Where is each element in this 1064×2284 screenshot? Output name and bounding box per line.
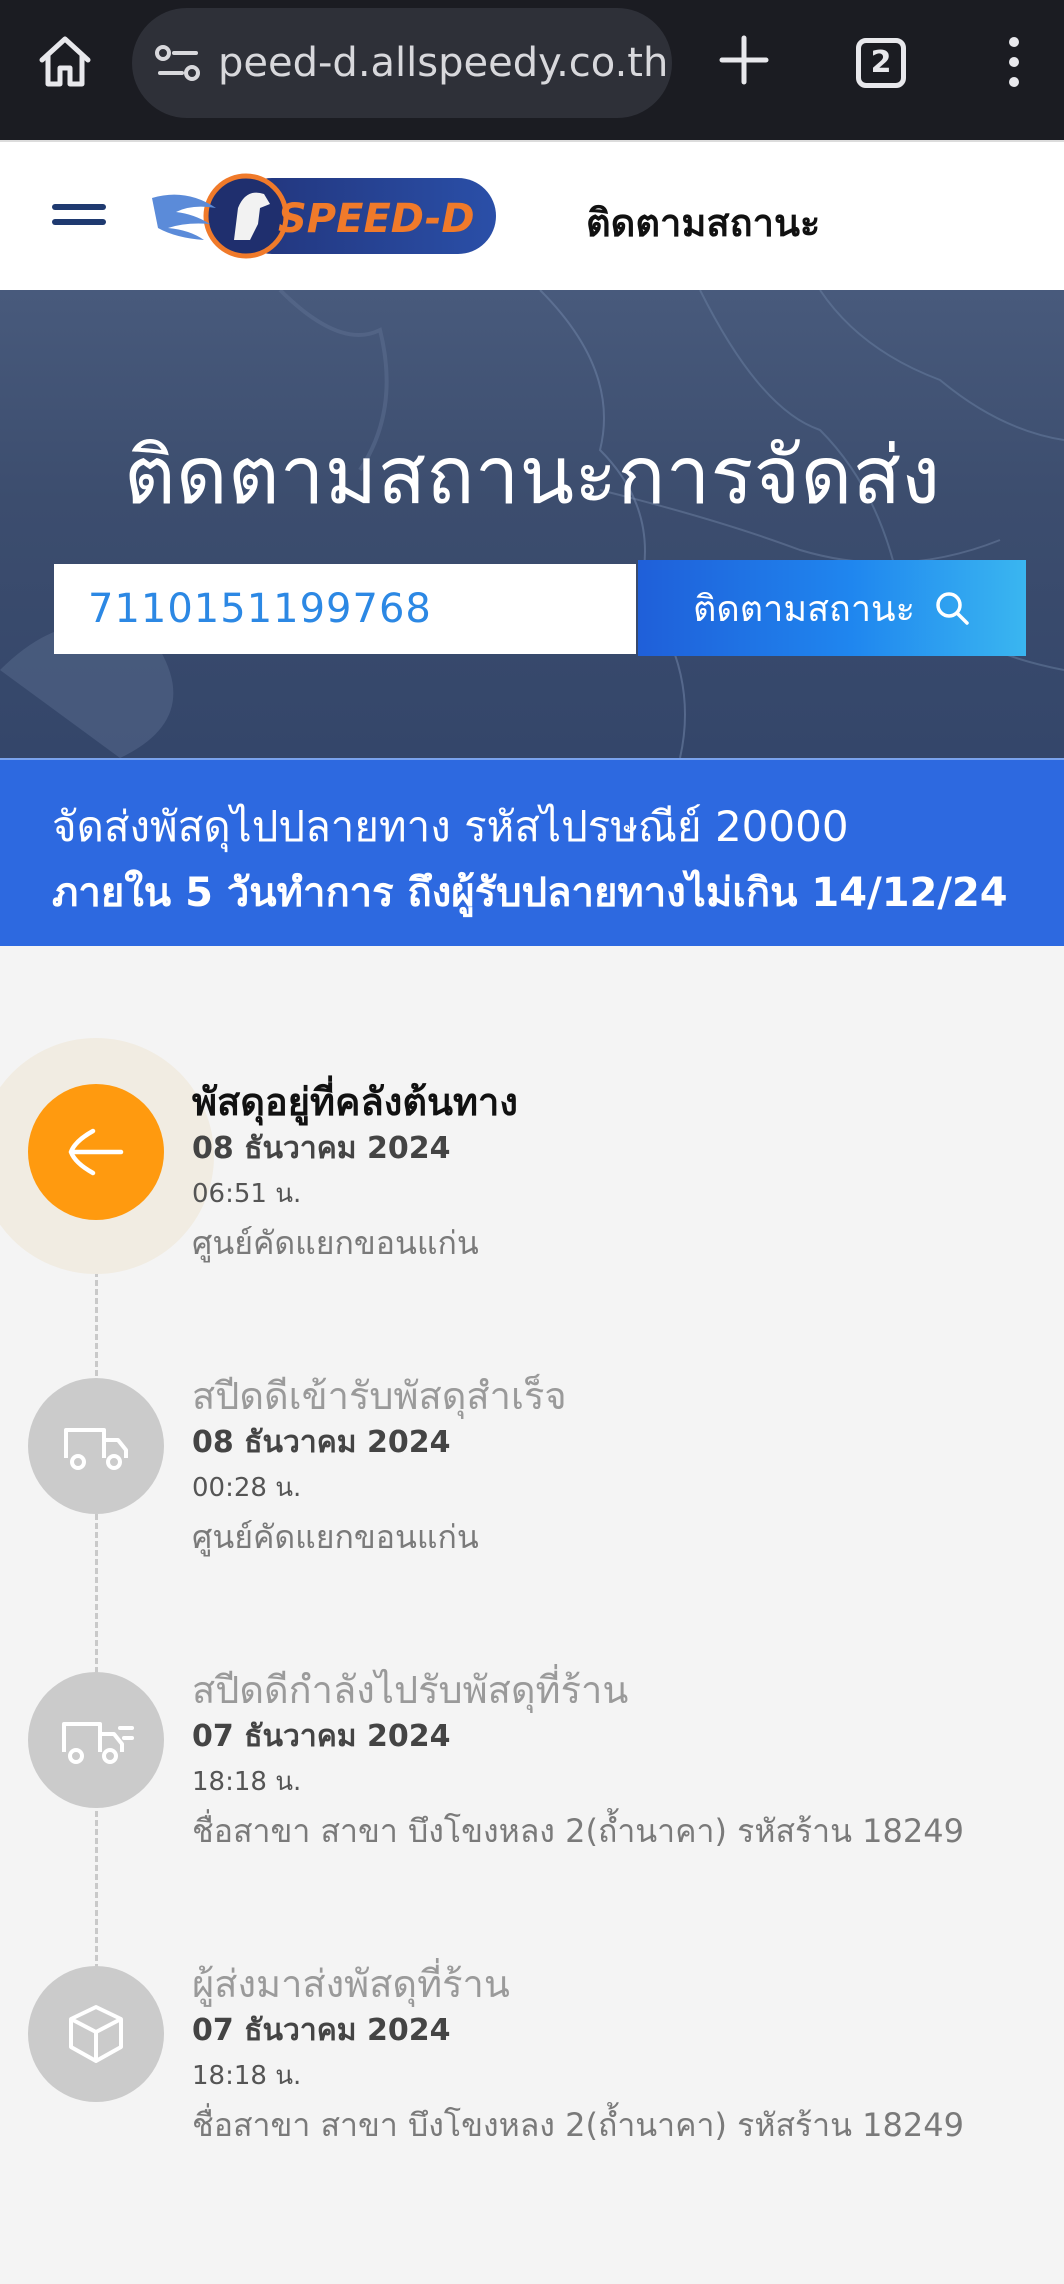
- step-date: 07 ธันวาคม 2024: [192, 1719, 451, 1754]
- timeline-step: พัสดุอยู่ที่คลังต้นทาง 08 ธันวาคม 2024 0…: [192, 1078, 1052, 1266]
- delivery-eta-text: ภายใน 5 วันทำการ ถึงผู้รับปลายทางไม่เกิน…: [52, 870, 1008, 916]
- tracking-timeline: พัสดุอยู่ที่คลังต้นทาง 08 ธันวาคม 2024 0…: [0, 946, 1064, 2284]
- browser-toolbar: peed-d.allspeedy.co.th 2: [0, 0, 1064, 140]
- step-location: ชื่อสาขา สาขา บึงโขงหลง 2(ถ้ำนาคา) รหัสร…: [192, 2106, 964, 2144]
- timeline-connector: [95, 1226, 98, 2006]
- step-icon-going-to-pickup: [28, 1672, 164, 1808]
- more-menu-icon[interactable]: [1000, 34, 1028, 90]
- speed-d-logo[interactable]: SPEED-D: [146, 168, 502, 264]
- step-location: ศูนย์คัดแยกขอนแก่น: [192, 1224, 479, 1262]
- url-text[interactable]: peed-d.allspeedy.co.th: [218, 8, 668, 118]
- step-icon-dropped-at-shop: [28, 1966, 164, 2102]
- delivery-info-banner: จัดส่งพัสดุไปปลายทาง รหัสไปรษณีย์ 20000 …: [0, 758, 1064, 946]
- delivery-destination-text: จัดส่งพัสดุไปปลายทาง รหัสไปรษณีย์ 20000: [52, 802, 849, 851]
- site-settings-icon[interactable]: [154, 41, 202, 85]
- home-icon[interactable]: [34, 30, 96, 92]
- page-title: ติดตามสถานะการจัดส่ง: [123, 429, 941, 522]
- tracking-number-input[interactable]: [54, 564, 636, 654]
- truck-icon: [64, 1428, 128, 1470]
- site-header: SPEED-D ติดตามสถานะ: [0, 140, 1064, 290]
- search-icon: [936, 592, 969, 625]
- address-bar[interactable]: peed-d.allspeedy.co.th: [132, 8, 672, 118]
- step-date: 08 ธันวาคม 2024: [192, 1425, 451, 1460]
- hamburger-menu-icon[interactable]: [52, 204, 108, 232]
- step-title: ผู้ส่งมาส่งพัสดุที่ร้าน: [192, 1962, 510, 2006]
- fast-truck-icon: [62, 1722, 134, 1764]
- step-date: 08 ธันวาคม 2024: [192, 1131, 451, 1166]
- box-icon: [69, 2005, 123, 2063]
- arrow-left-icon: [68, 1128, 124, 1176]
- step-date: 07 ธันวาคม 2024: [192, 2013, 451, 2048]
- new-tab-icon[interactable]: [716, 32, 772, 88]
- step-icon-origin-warehouse: [28, 1084, 164, 1220]
- step-title: พัสดุอยู่ที่คลังต้นทาง: [192, 1080, 518, 1124]
- step-time: 18:18 น.: [192, 1767, 302, 1797]
- step-icon-picked-up: [28, 1378, 164, 1514]
- track-status-button[interactable]: ติดตามสถานะ: [638, 560, 1026, 656]
- timeline-step: สปีดดีเข้ารับพัสดุสำเร็จ 08 ธันวาคม 2024…: [192, 1372, 1052, 1560]
- timeline-step: ผู้ส่งมาส่งพัสดุที่ร้าน 07 ธันวาคม 2024 …: [192, 1960, 1052, 2148]
- hero-section: ติดตามสถานะการจัดส่ง ติดตามสถานะ: [0, 290, 1064, 758]
- timeline-step: สปีดดีกำลังไปรับพัสดุที่ร้าน 07 ธันวาคม …: [192, 1666, 1052, 1854]
- track-status-button-label: ติดตามสถานะ: [692, 588, 915, 630]
- step-title: สปีดดีกำลังไปรับพัสดุที่ร้าน: [192, 1668, 629, 1712]
- step-location: ชื่อสาขา สาขา บึงโขงหลง 2(ถ้ำนาคา) รหัสร…: [192, 1812, 964, 1850]
- step-time: 00:28 น.: [192, 1473, 302, 1503]
- nav-track-status-link[interactable]: ติดตามสถานะ: [586, 192, 820, 253]
- step-location: ศูนย์คัดแยกขอนแก่น: [192, 1518, 479, 1556]
- logo-text: SPEED-D: [278, 196, 475, 242]
- step-title: สปีดดีเข้ารับพัสดุสำเร็จ: [192, 1374, 567, 1418]
- tab-switcher-button[interactable]: 2: [856, 38, 906, 88]
- step-time: 06:51 น.: [192, 1179, 302, 1209]
- step-time: 18:18 น.: [192, 2061, 302, 2091]
